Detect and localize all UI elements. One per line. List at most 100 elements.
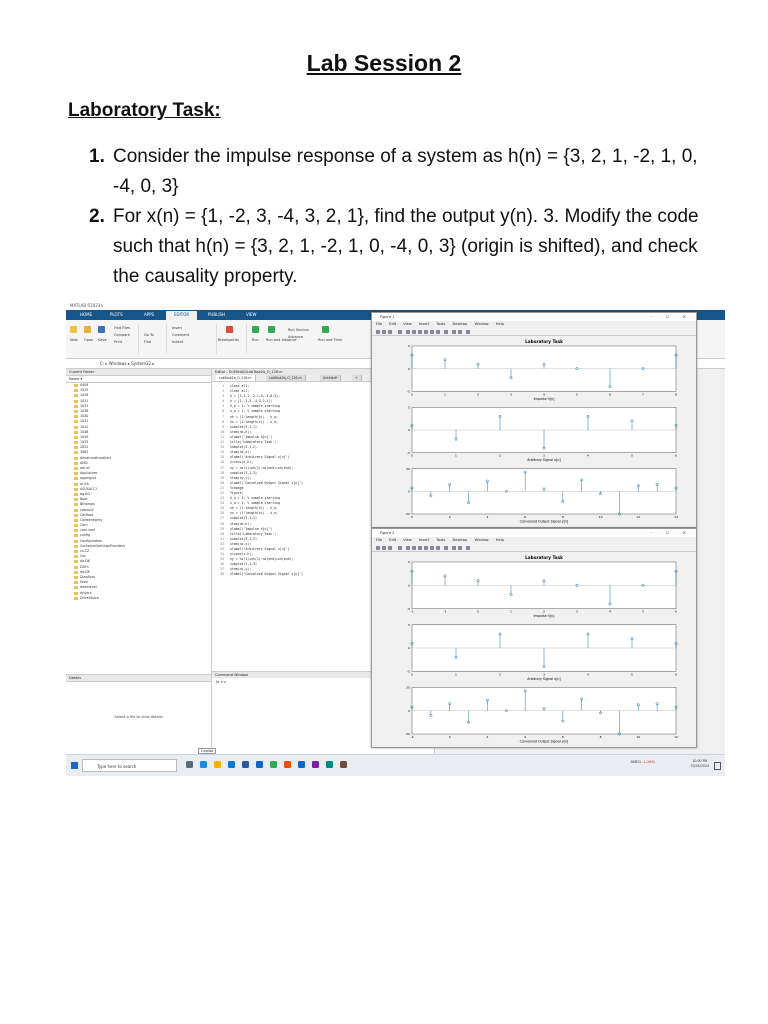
edge-icon[interactable] [200,761,207,768]
comment-button[interactable]: Comment [172,333,189,337]
figure-canvas[interactable]: Laboratory Task 5 0 -5 -2 -1 0 1 2 3 4 5 6 Impulse h[… [372,552,696,746]
window-controls-icon[interactable]: – ☐ ✕ [651,313,692,321]
insert-button[interactable]: Insert [172,326,182,330]
menu-view[interactable]: View [403,538,412,542]
taskbar-search[interactable]: Type here to search [82,759,177,772]
legend-icon[interactable] [458,545,462,550]
open-file-icon[interactable] [382,329,386,334]
save-icon[interactable] [98,326,105,333]
menu-file[interactable]: File [376,322,382,326]
menu-insert[interactable]: Insert [419,322,429,326]
notification-icon[interactable] [714,762,721,770]
pan-icon[interactable] [418,329,422,334]
run-icon[interactable] [252,326,259,333]
menu-insert[interactable]: Insert [419,538,429,542]
zoom-out-icon[interactable] [412,545,416,550]
save-figure-icon[interactable] [388,329,392,334]
code-text: xlabel('Convolved Output Signal y[n]') [230,480,303,485]
open-file-icon[interactable] [382,545,386,550]
editor-tab[interactable]: LabTask2b_O_126.m [266,375,306,381]
rotate-icon[interactable] [424,545,428,550]
mail-icon[interactable] [256,761,263,768]
window-controls-icon[interactable]: – ☐ ✕ [651,529,692,537]
colorbar-icon[interactable] [452,545,456,550]
app-icon[interactable] [326,761,333,768]
find-files-button[interactable]: Find Files [114,326,130,330]
menu-tools[interactable]: Tools [436,538,445,542]
run-advance-icon[interactable] [268,326,275,333]
menu-help[interactable]: Help [496,538,504,542]
run-section-button[interactable]: Run Section [288,328,309,332]
new-icon[interactable] [70,326,77,333]
pointer-icon[interactable] [398,329,402,334]
editor-tab[interactable]: Untitled* [320,375,342,381]
legend-icon[interactable] [458,329,462,334]
chrome-icon[interactable] [270,761,277,768]
current-path[interactable]: C: ▸ Windows ▸ System32 ▸ [100,361,154,366]
print-button[interactable]: Print [114,340,122,344]
x-tick-label: 1 [444,392,446,396]
tab-plots[interactable]: PLOTS [110,312,123,317]
menu-window[interactable]: Window [474,322,488,326]
rotate-icon[interactable] [424,329,428,334]
menu-edit[interactable]: Edit [389,322,396,326]
code-text: xlabel('Arbitrary Signal x[n]') [230,455,290,460]
menu-desktop[interactable]: Desktop [452,538,467,542]
windows-start-icon[interactable] [71,762,78,769]
editor-tab[interactable]: LabTask2a_O_126.m [216,375,256,381]
new-figure-icon[interactable] [376,329,380,334]
ribbon-divider [246,324,247,354]
x-tick-label: 2 [477,392,479,396]
word-icon[interactable] [242,761,249,768]
advance-button[interactable]: Advance [288,335,303,339]
brush-icon[interactable] [436,329,440,334]
zoom-out-icon[interactable] [412,329,416,334]
store-icon[interactable] [228,761,235,768]
find-button[interactable]: Find [144,340,151,344]
folder-item[interactable]: DriverStore [66,596,211,601]
new-tab-button[interactable]: + [352,375,362,381]
tab-publish[interactable]: PUBLISH [208,312,225,317]
new-figure-icon[interactable] [376,545,380,550]
app-icon[interactable] [340,761,347,768]
system-clock[interactable]: 10:00 PM 03/05/2024 [691,759,709,769]
matlab-icon[interactable] [284,761,291,768]
name-column-header[interactable]: Name ▾ [66,376,211,383]
menu-edit[interactable]: Edit [389,538,396,542]
link-icon[interactable] [444,329,448,334]
breakpoints-icon[interactable] [226,326,233,333]
plot-tools-icon[interactable] [466,545,470,550]
pan-icon[interactable] [418,545,422,550]
file-explorer-icon[interactable] [214,761,221,768]
open-icon[interactable] [84,326,91,333]
menu-tools[interactable]: Tools [436,322,445,326]
zoom-in-icon[interactable] [406,329,410,334]
brush-icon[interactable] [436,545,440,550]
app-icon[interactable] [312,761,319,768]
colorbar-icon[interactable] [452,329,456,334]
compare-button[interactable]: Compare [114,333,130,337]
tab-apps[interactable]: APPS [144,312,154,317]
menu-file[interactable]: File [376,538,382,542]
app-icon[interactable] [298,761,305,768]
pointer-icon[interactable] [398,545,402,550]
menu-window[interactable]: Window [474,538,488,542]
menu-help[interactable]: Help [496,322,504,326]
tab-home[interactable]: HOME [80,312,92,317]
menu-desktop[interactable]: Desktop [452,322,467,326]
data-cursor-icon[interactable] [430,545,434,550]
zoom-in-icon[interactable] [406,545,410,550]
menu-view[interactable]: View [403,322,412,326]
tab-view[interactable]: VIEW [246,312,256,317]
stock-widget[interactable]: AMD1 -1.26% [631,760,656,764]
task-view-icon[interactable] [186,761,193,768]
go-to-button[interactable]: Go To [144,333,154,337]
figure-canvas[interactable]: Laboratory Task 5 0 -5 0 1 2 3 4 5 6 7 8 Impulse h[n]… [372,336,696,526]
run-time-icon[interactable] [322,326,329,333]
plot-tools-icon[interactable] [466,329,470,334]
save-figure-icon[interactable] [388,545,392,550]
link-icon[interactable] [444,545,448,550]
tab-editor[interactable]: EDITOR [166,311,198,320]
data-cursor-icon[interactable] [430,329,434,334]
indent-button[interactable]: Indent [172,340,183,344]
